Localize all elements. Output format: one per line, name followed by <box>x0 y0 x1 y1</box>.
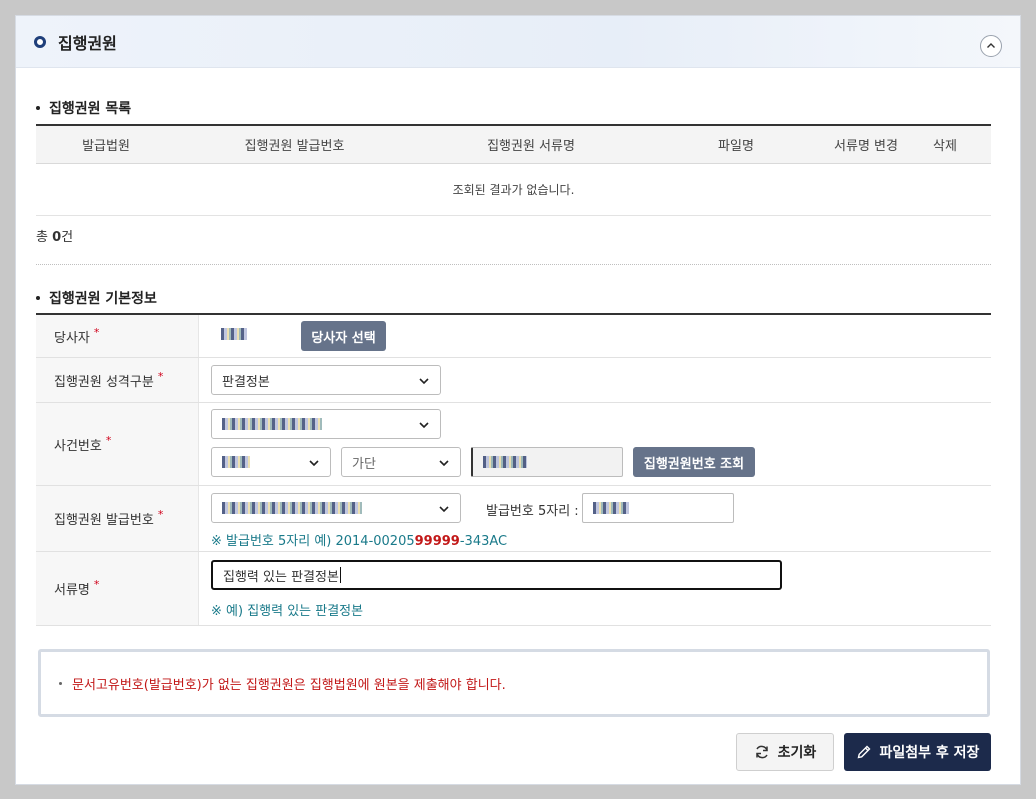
chevron-down-icon <box>439 460 449 467</box>
total-count: 총 0건 <box>36 230 74 245</box>
row-case-number: 사건번호 * 가단 집행권원번호 조회 <box>36 403 991 486</box>
circle-bullet-icon <box>34 35 46 48</box>
chevron-up-icon <box>987 43 995 48</box>
notice-box: 문서고유번호(발급번호)가 없는 집행권원은 집행법원에 원본을 제출해야 합니… <box>38 649 990 717</box>
collapse-button[interactable] <box>980 35 1002 57</box>
case-number-label: 사건번호 * <box>36 403 199 485</box>
select-party-button[interactable]: 당사자 선택 <box>301 321 386 351</box>
chevron-down-icon <box>439 506 449 513</box>
pencil-icon <box>857 745 871 759</box>
case-type-select[interactable]: 가단 <box>341 447 461 477</box>
issue-number-select[interactable] <box>211 493 461 523</box>
case-year-select[interactable] <box>211 447 331 477</box>
nature-select[interactable]: 판결정본 <box>211 365 441 395</box>
court-name-redacted <box>222 418 322 430</box>
empty-message: 조회된 결과가 없습니다. <box>36 164 991 216</box>
issue-number-redacted <box>222 502 362 514</box>
row-issue-number: 집행권원 발급번호 * 발급번호 5자리 : ※ 발급번호 5자리 예) 2014… <box>36 486 991 552</box>
panel-header: 집행권원 <box>16 16 1020 68</box>
col-rename: 서류명 변경 <box>834 139 898 154</box>
text-cursor <box>339 567 341 583</box>
col-issuing-court: 발급법원 <box>82 139 130 154</box>
list-section-title: 집행권원 목록 <box>36 98 131 118</box>
chevron-down-icon <box>309 460 319 467</box>
party-name-redacted <box>221 328 247 340</box>
col-delete: 삭제 <box>933 139 957 154</box>
form-section-title: 집행권원 기본정보 <box>36 288 157 308</box>
refresh-icon <box>755 745 768 759</box>
five-digit-input[interactable] <box>582 493 734 523</box>
issue-number-hint: ※ 발급번호 5자리 예) 2014-0020599999-343AC <box>211 534 508 549</box>
case-serial-redacted <box>483 456 527 468</box>
bullet-icon <box>59 681 62 685</box>
attach-and-save-button[interactable]: 파일첨부 후 저장 <box>844 733 991 771</box>
row-party: 당사자 * 당사자 선택 <box>36 315 991 358</box>
row-document-name: 서류명 * 집행력 있는 판결정본 ※ 예) 집행력 있는 판결정본 <box>36 552 991 626</box>
bullet-icon <box>36 106 40 110</box>
document-name-input[interactable]: 집행력 있는 판결정본 <box>211 560 782 590</box>
issue-number-label: 집행권원 발급번호 * <box>36 486 199 551</box>
nature-label: 집행권원 성격구분 * <box>36 358 199 402</box>
five-digit-label: 발급번호 5자리 : <box>486 504 579 519</box>
basic-info-form: 당사자 * 당사자 선택 집행권원 성격구분 * 판결정본 사건번호 * 가단 … <box>36 313 991 626</box>
search-title-number-button[interactable]: 집행권원번호 조회 <box>633 447 755 477</box>
chevron-down-icon <box>419 422 429 429</box>
section-divider <box>36 264 991 265</box>
col-issue-number: 집행권원 발급번호 <box>244 139 345 154</box>
five-digit-redacted <box>593 502 629 514</box>
party-label: 당사자 * <box>36 315 199 357</box>
execution-title-panel: 집행권원 집행권원 목록 발급법원 집행권원 발급번호 집행권원 서류명 파일명… <box>15 15 1021 785</box>
case-serial-input[interactable] <box>471 447 623 477</box>
document-name-hint: ※ 예) 집행력 있는 판결정본 <box>211 604 364 619</box>
col-file-name: 파일명 <box>718 139 754 154</box>
bullet-icon <box>36 296 40 300</box>
table-header: 발급법원 집행권원 발급번호 집행권원 서류명 파일명 서류명 변경 삭제 <box>36 126 991 164</box>
chevron-down-icon <box>419 378 429 385</box>
case-year-redacted <box>222 456 250 468</box>
row-nature: 집행권원 성격구분 * 판결정본 <box>36 358 991 403</box>
col-document-name: 집행권원 서류명 <box>487 139 575 154</box>
document-name-label: 서류명 * <box>36 552 199 625</box>
reset-button[interactable]: 초기화 <box>736 733 834 771</box>
court-select[interactable] <box>211 409 441 439</box>
panel-title: 집행권원 <box>58 33 117 53</box>
execution-title-list-table: 발급법원 집행권원 발급번호 집행권원 서류명 파일명 서류명 변경 삭제 조회… <box>36 124 991 216</box>
